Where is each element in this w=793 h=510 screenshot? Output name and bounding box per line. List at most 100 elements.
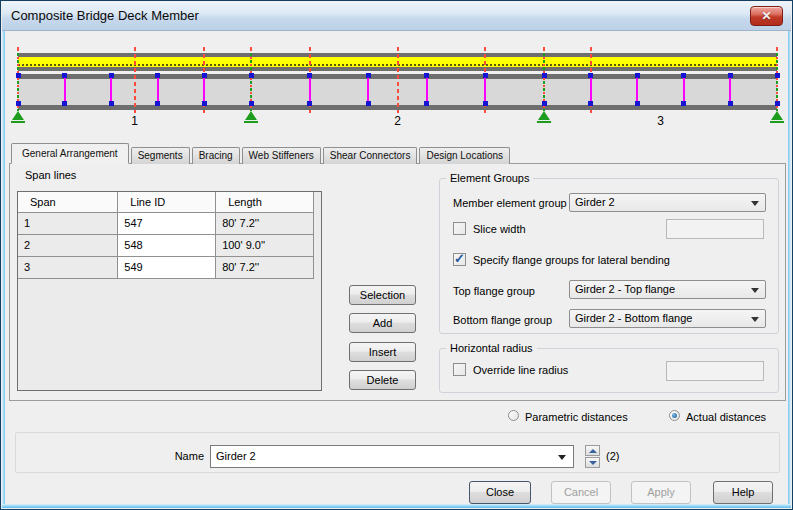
support-base-line	[11, 121, 25, 123]
selection-button[interactable]: Selection	[349, 285, 416, 305]
flange-groups-label: Specify flange groups for lateral bendin…	[473, 254, 670, 266]
dialog-window: 123 Composite Bridge Deck Member ✕ Gener…	[0, 0, 793, 510]
bottom-flange-group-label: Bottom flange group	[453, 314, 552, 326]
support-triangle-icon	[771, 111, 783, 120]
override-line-radius-input[interactable]	[666, 361, 764, 381]
support-base-line	[537, 121, 551, 123]
top-flange-group-label: Top flange group	[453, 285, 535, 297]
tab-design-locations[interactable]: Design Locations	[419, 147, 510, 164]
help-button[interactable]: Help	[713, 481, 773, 504]
bottom-flange-node	[775, 101, 780, 106]
support-triangle-icon	[12, 111, 24, 120]
actual-distances-radio[interactable]	[669, 410, 680, 421]
span-number-label: 2	[390, 114, 406, 128]
cross-brace-line	[426, 78, 428, 102]
top-flange-node	[483, 73, 488, 78]
add-button[interactable]: Add	[349, 313, 416, 333]
delete-button[interactable]: Delete	[349, 370, 416, 390]
bottom-flange-node	[588, 101, 593, 106]
table-cell[interactable]: 547	[118, 212, 216, 234]
down-arrow-icon	[589, 461, 597, 465]
tab-shear-connectors[interactable]: Shear Connectors	[323, 147, 418, 164]
bottom-flange-node	[249, 101, 254, 106]
top-flange-node	[249, 73, 254, 78]
column-header-line-id: Line ID	[118, 192, 216, 212]
member-element-group-value: Girder 2	[575, 196, 615, 208]
bottom-flange-node	[109, 101, 114, 106]
span-number-label: 1	[127, 114, 143, 128]
window-title: Composite Bridge Deck Member	[11, 8, 199, 23]
top-flange-node	[424, 73, 429, 78]
window-border-left	[2, 31, 5, 508]
override-line-radius-checkbox[interactable]	[453, 363, 466, 376]
top-flange-node	[728, 73, 733, 78]
table-cell[interactable]: 3	[18, 256, 118, 278]
cross-brace-line	[683, 78, 685, 102]
name-value: Girder 2	[216, 450, 256, 462]
tab-segments[interactable]: Segments	[131, 147, 190, 164]
table-cell[interactable]: 80' 7.2''	[216, 212, 314, 234]
tab-bracing[interactable]: Bracing	[192, 147, 240, 164]
close-window-button[interactable]: ✕	[750, 6, 783, 26]
horizontal-radius-title: Horizontal radius	[446, 342, 537, 354]
table-cell[interactable]: 2	[18, 234, 118, 256]
table-cell[interactable]: 548	[118, 234, 216, 256]
slice-width-checkbox[interactable]	[453, 222, 466, 235]
design-location-line	[134, 47, 136, 113]
bottom-flange-node	[483, 101, 488, 106]
parametric-distances-label: Parametric distances	[525, 411, 628, 423]
table-row[interactable]: 154780' 7.2''	[18, 212, 314, 234]
span-lines-table[interactable]: SpanLine IDLength 154780' 7.2''2548100' …	[17, 191, 322, 391]
table-cell[interactable]: 1	[18, 212, 118, 234]
table-cell[interactable]: 549	[118, 256, 216, 278]
up-arrow-icon	[589, 449, 597, 453]
tab-web-stiffeners[interactable]: Web Stiffeners	[242, 147, 321, 164]
table-cell[interactable]: 100' 9.0''	[216, 234, 314, 256]
member-element-group-dropdown[interactable]: Girder 2	[569, 193, 766, 212]
bottom-flange-group-value: Girder 2 - Bottom flange	[575, 312, 692, 324]
table-row[interactable]: 2548100' 9.0''	[18, 234, 314, 256]
top-flange-node	[307, 73, 312, 78]
title-bar[interactable]: Composite Bridge Deck Member	[2, 2, 791, 31]
cross-brace-line	[203, 78, 205, 102]
cancel-button[interactable]: Cancel	[551, 481, 611, 504]
support-triangle-icon	[538, 111, 550, 120]
check-icon: ✓	[454, 251, 465, 266]
cross-brace-line	[64, 78, 66, 102]
spinner-down-button[interactable]	[585, 457, 600, 468]
member-element-group-label: Member element group	[453, 197, 567, 209]
parametric-distances-radio[interactable]	[508, 410, 519, 421]
support-triangle-icon	[245, 111, 257, 120]
cross-brace-line	[729, 78, 731, 102]
bottom-flange-group-dropdown[interactable]: Girder 2 - Bottom flange	[569, 309, 766, 328]
bottom-flange-node	[155, 101, 160, 106]
support-base-line	[770, 121, 784, 123]
insert-button[interactable]: Insert	[349, 342, 416, 362]
cross-brace-line	[110, 78, 112, 102]
bottom-flange-node	[16, 101, 21, 106]
spinner-up-button[interactable]	[585, 445, 600, 456]
actual-distances-label: Actual distances	[686, 411, 766, 423]
name-combobox[interactable]: Girder 2	[210, 445, 574, 468]
chevron-down-icon	[751, 288, 759, 293]
close-button[interactable]: Close	[469, 481, 531, 504]
slice-width-input[interactable]	[666, 219, 764, 239]
chevron-down-icon	[558, 455, 566, 460]
top-flange-group-dropdown[interactable]: Girder 2 - Top flange	[569, 280, 766, 299]
span-lines-label: Span lines	[25, 169, 76, 181]
table-row[interactable]: 354980' 7.2''	[18, 256, 314, 278]
chevron-down-icon	[751, 317, 759, 322]
top-flange-node	[588, 73, 593, 78]
table-cell[interactable]: 80' 7.2''	[216, 256, 314, 278]
close-icon: ✕	[761, 9, 771, 23]
top-flange-node	[635, 73, 640, 78]
cross-brace-line	[309, 78, 311, 102]
top-flange-node	[109, 73, 114, 78]
bottom-flange-node	[202, 101, 207, 106]
tab-general-arrangement[interactable]: General Arrangement	[11, 143, 129, 164]
flange-groups-checkbox[interactable]: ✓	[453, 253, 466, 266]
top-flange-node	[366, 73, 371, 78]
bottom-flange-node	[542, 101, 547, 106]
apply-button[interactable]: Apply	[631, 481, 691, 504]
radio-dot-icon	[672, 413, 677, 418]
